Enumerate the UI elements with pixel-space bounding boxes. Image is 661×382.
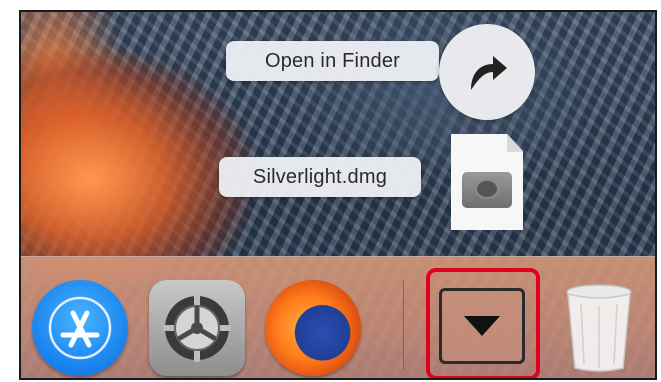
trash-can-icon xyxy=(566,284,632,372)
curved-arrow-icon xyxy=(471,56,507,90)
firefox-icon[interactable] xyxy=(265,280,361,376)
open-in-finder-text: Open in Finder xyxy=(264,49,401,72)
open-in-finder-button[interactable] xyxy=(439,24,535,120)
dock-separator xyxy=(403,280,404,370)
wallpaper-mountain-glow xyxy=(21,52,251,282)
file-name-text: Silverlight.dmg xyxy=(252,165,388,188)
app-store-glyph-icon xyxy=(48,296,112,360)
gear-icon xyxy=(163,294,231,362)
system-preferences-icon[interactable] xyxy=(149,280,245,376)
screenshot-frame: Open in Finder Silverlight.dmg xyxy=(19,10,657,380)
open-in-finder-label[interactable]: Open in Finder xyxy=(226,41,439,81)
highlight-box xyxy=(426,268,540,378)
disk-image-icon xyxy=(462,172,512,208)
trash-icon[interactable] xyxy=(559,282,639,374)
app-store-icon[interactable] xyxy=(32,280,128,376)
file-name-label[interactable]: Silverlight.dmg xyxy=(219,157,421,197)
